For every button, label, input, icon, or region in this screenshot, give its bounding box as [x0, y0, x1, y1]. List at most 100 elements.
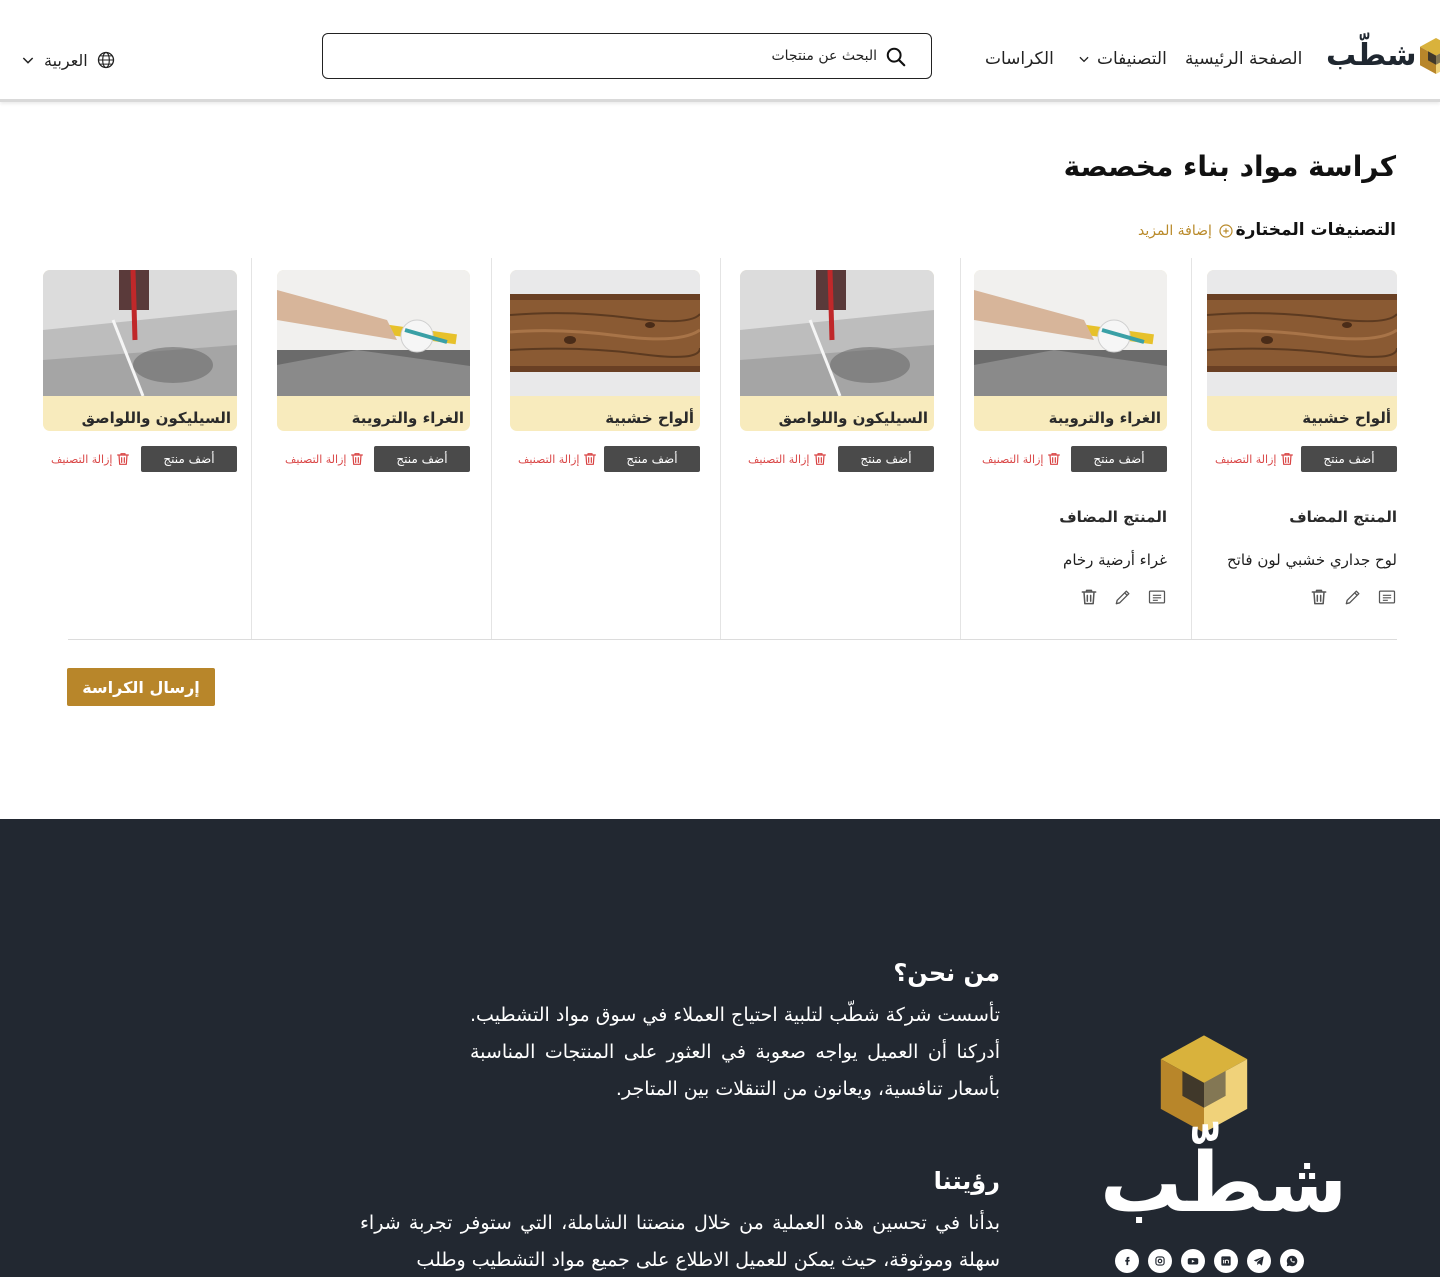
youtube-link[interactable]	[1181, 1249, 1205, 1273]
nav-categories-dropdown[interactable]: التصنيفات	[1077, 48, 1167, 70]
category-card-label: ألواح خشبية	[1302, 409, 1391, 427]
search-box[interactable]	[322, 33, 932, 79]
brand-name: شطّب	[1326, 38, 1417, 73]
nav-booklets-link[interactable]: الكراسات	[985, 48, 1054, 70]
category-actions: إزالة التصنيف أضف منتج	[518, 446, 700, 472]
language-switcher[interactable]: العربية	[20, 50, 116, 70]
category-card-label: ألواح خشبية	[605, 409, 694, 427]
linkedin-link[interactable]	[1214, 1249, 1238, 1273]
category-card-label: السيليكون واللواصق	[81, 409, 231, 427]
category-image	[974, 270, 1167, 396]
category-column: السيليكون واللواصق إزالة التصنيف أضف منت…	[43, 258, 237, 639]
category-actions: إزالة التصنيف أضف منتج	[748, 446, 934, 472]
chevron-down-icon	[1079, 56, 1089, 63]
category-card[interactable]: الغراء والترويبة	[974, 270, 1167, 431]
whatsapp-icon	[1286, 1255, 1298, 1267]
top-header: شطّب الصفحة الرئيسية التصنيفات الكراسات …	[0, 0, 1440, 102]
category-image	[1207, 270, 1397, 396]
category-card[interactable]: السيليكون واللواصق	[740, 270, 934, 431]
remove-category-label: إزالة التصنيف	[285, 452, 347, 466]
telegram-icon	[1253, 1256, 1264, 1266]
about-title: من نحن؟	[893, 959, 1000, 987]
category-actions: إزالة التصنيف أضف منتج	[285, 446, 470, 472]
instagram-link[interactable]	[1148, 1249, 1172, 1273]
category-card-label: الغراء والترويبة	[1048, 409, 1161, 427]
trash-icon	[1046, 451, 1062, 467]
vision-title: رؤيتنا	[933, 1167, 1000, 1195]
category-card[interactable]: ألواح خشبية	[510, 270, 700, 431]
category-column: الغراء والترويبة إزالة التصنيف أضف منتج	[277, 258, 470, 639]
add-product-button[interactable]: أضف منتج	[374, 446, 470, 472]
add-more-label: إضافة المزيد	[1138, 223, 1212, 239]
category-column: السيليكون واللواصق إزالة التصنيف أضف منت…	[740, 258, 934, 639]
language-label: العربية	[44, 50, 88, 70]
instagram-icon	[1155, 1256, 1165, 1266]
category-column: ألواح خشبية إزالة التصنيف أضف منتج	[510, 258, 700, 639]
trash-icon	[812, 451, 828, 467]
remove-category-button[interactable]: إزالة التصنيف	[285, 451, 365, 467]
facebook-icon	[1125, 1256, 1130, 1266]
category-actions: إزالة التصنيف أضف منتج	[1215, 446, 1397, 472]
trash-icon[interactable]	[1309, 587, 1329, 607]
add-more-button[interactable]: إضافة المزيد	[1138, 223, 1234, 239]
added-product-tools	[1309, 587, 1397, 607]
vision-text: بدأنا في تحسين هذه العملية من خلال منصتن…	[360, 1212, 1000, 1271]
brand-logo[interactable]: شطّب	[1318, 36, 1440, 76]
plus-circle-icon	[1219, 224, 1233, 238]
notes-icon[interactable]	[1147, 587, 1167, 607]
trash-icon	[349, 451, 365, 467]
add-product-button[interactable]: أضف منتج	[838, 446, 934, 472]
added-product-tools	[1079, 587, 1167, 607]
add-product-button[interactable]: أضف منتج	[1071, 446, 1167, 472]
linkedin-icon	[1221, 1256, 1231, 1266]
globe-icon	[97, 51, 114, 69]
remove-category-button[interactable]: إزالة التصنيف	[518, 451, 598, 467]
trash-icon	[115, 451, 131, 467]
added-product-name: لوح جداري خشبي لون فاتح	[1227, 551, 1397, 569]
social-links	[1115, 1249, 1304, 1273]
facebook-link[interactable]	[1115, 1249, 1139, 1273]
category-card[interactable]: الغراء والترويبة	[277, 270, 470, 431]
page-title: كراسة مواد بناء مخصصة	[1063, 150, 1396, 183]
category-column: الغراء والترويبة إزالة التصنيف أضف منتج …	[974, 258, 1167, 639]
category-image	[277, 270, 470, 396]
remove-category-button[interactable]: إزالة التصنيف	[51, 451, 131, 467]
cube-logo-icon	[1150, 1029, 1258, 1139]
edit-icon[interactable]	[1113, 587, 1133, 607]
added-product-heading: المنتج المضاف	[1289, 508, 1397, 526]
submit-booklet-button[interactable]: إرسال الكراسة	[67, 668, 215, 706]
trash-icon	[1279, 451, 1295, 467]
remove-category-label: إزالة التصنيف	[51, 452, 113, 466]
added-product-heading: المنتج المضاف	[1059, 508, 1167, 526]
nav-home-link[interactable]: الصفحة الرئيسية	[1185, 48, 1302, 70]
columns-divider	[68, 639, 1397, 640]
about-text: تأسست شركة شطّب لتلبية احتياج العملاء في…	[470, 1004, 1000, 1100]
footer-brand-name: شطّب	[1100, 1136, 1348, 1231]
remove-category-button[interactable]: إزالة التصنيف	[1215, 451, 1295, 467]
selected-categories-heading: التصنيفات المختارة	[1235, 220, 1396, 240]
remove-category-label: إزالة التصنيف	[748, 452, 810, 466]
add-product-button[interactable]: أضف منتج	[604, 446, 700, 472]
add-product-button[interactable]: أضف منتج	[1301, 446, 1397, 472]
remove-category-label: إزالة التصنيف	[1215, 452, 1277, 466]
telegram-link[interactable]	[1247, 1249, 1271, 1273]
whatsapp-link[interactable]	[1280, 1249, 1304, 1273]
remove-category-label: إزالة التصنيف	[518, 452, 580, 466]
category-actions: إزالة التصنيف أضف منتج	[51, 446, 237, 472]
category-image	[510, 270, 700, 396]
trash-icon[interactable]	[1079, 587, 1099, 607]
category-image	[43, 270, 237, 396]
category-column: ألواح خشبية إزالة التصنيف أضف منتج المنت…	[1207, 258, 1397, 639]
remove-category-button[interactable]: إزالة التصنيف	[982, 451, 1062, 467]
chevron-down-icon	[22, 57, 34, 64]
notes-icon[interactable]	[1377, 587, 1397, 607]
add-product-button[interactable]: أضف منتج	[141, 446, 237, 472]
trash-icon	[582, 451, 598, 467]
added-product-name: غراء أرضية رخام	[1063, 551, 1167, 569]
category-card[interactable]: ألواح خشبية	[1207, 270, 1397, 431]
remove-category-button[interactable]: إزالة التصنيف	[748, 451, 828, 467]
search-icon[interactable]	[885, 46, 907, 68]
search-input[interactable]	[357, 44, 877, 68]
category-card[interactable]: السيليكون واللواصق	[43, 270, 237, 431]
edit-icon[interactable]	[1343, 587, 1363, 607]
